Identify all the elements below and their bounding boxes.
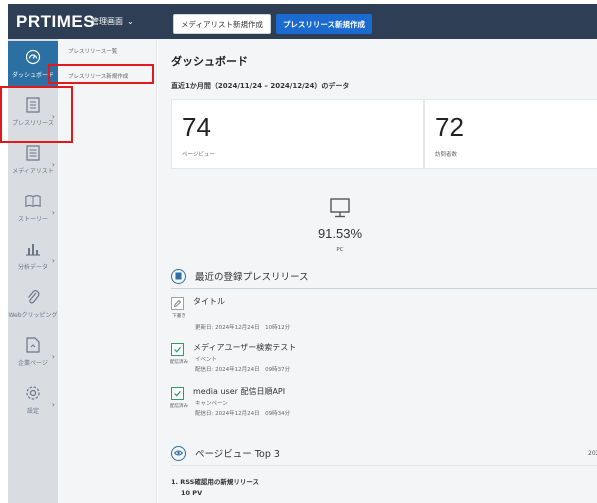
status-badge: 配信済み [170,360,188,365]
stat-value: 74 [182,112,211,142]
sidebar-item-label: メディアリスト [12,167,54,175]
page-title: ダッシュボード [171,55,248,68]
release-category: イベント [195,357,218,363]
edit-icon [171,297,184,310]
book-icon [25,193,41,209]
stat-caption: 訪問者数 [435,152,458,158]
top-bar: PRTIMES 管理画面 ⌄ メディアリスト新規作成 プレスリリース新規作成 [8,4,597,39]
sidebar-item-media-list[interactable]: メディアリスト › [8,137,58,182]
sidebar-item-label: 設定 [26,407,39,415]
sidebar-item-label: 企業ページ [18,359,48,367]
stat-caption: ページビュー [182,152,215,158]
pageview-top3-header: ページビュー Top 3 [171,443,280,463]
chart-icon [25,241,41,257]
release-date: 更新日: 2024年12月24日 10時12分 [195,325,291,331]
sidebar-item-analytics[interactable]: 分析データ › [8,233,58,278]
highlight-new-release [48,64,154,84]
status-badge: 下書き [172,314,186,319]
recent-releases-header: 最近の登録プレスリリース [171,266,309,286]
company-switcher[interactable]: 管理画面 ⌄ [91,16,134,27]
release-item[interactable]: 下書き タイトル 更新日: 2024年12月24日 10時12分 [171,295,597,338]
highlight-press-release-nav [0,86,73,143]
pageview-year: 202 [588,450,597,457]
sidebar-item-settings[interactable]: 設定 › [8,377,58,422]
section-divider [171,465,597,466]
chevron-right-icon: › [51,208,55,217]
check-icon [171,343,184,356]
release-item[interactable]: 配信済み メディアユーザー検索テスト イベント 配信日: 2024年12月24日… [170,341,597,384]
page-icon [25,336,41,353]
check-icon [171,387,184,400]
ranking-views: 10 PV [181,489,203,497]
stat-card-visitors: 72 訪問者数 [424,99,597,169]
chevron-right-icon: › [51,400,55,409]
sidebar-item-label: Webクリッピング [8,311,58,319]
release-title[interactable]: タイトル [193,296,225,307]
gear-icon [25,385,41,401]
sidebar-item-web-clipping[interactable]: Webクリッピング [8,281,58,326]
stat-card-pageviews: 74 ページビュー [171,99,424,169]
chevron-down-icon: ⌄ [127,17,134,26]
new-media-list-button[interactable]: メディアリスト新規作成 [173,14,271,34]
chevron-right-icon: › [51,352,55,361]
prtimes-logo[interactable]: PRTIMES [16,12,95,32]
release-date: 配信日: 2024年12月24日 09時34分 [195,411,291,417]
company-name: 管理画面 [91,17,123,26]
clip-icon [25,289,41,305]
gauge-icon [25,49,41,65]
eye-icon [171,445,186,461]
release-item[interactable]: 配信済み media user 配信日順API キャンペーン 配信日: 2024… [170,385,597,428]
document-icon [171,268,186,284]
section-title: 最近の登録プレスリリース [195,272,309,283]
device-percent: 91.53% [317,226,363,241]
main-content: ダッシュボード 直近1か月間（2024/11/24 – 2024/12/24）の… [158,39,597,503]
section-title: ページビュー Top 3 [195,449,280,460]
sidebar-item-label: ストーリー [17,215,48,223]
chevron-right-icon: › [51,256,55,265]
sidebar-item-story[interactable]: ストーリー › [8,185,58,230]
release-date: 配信日: 2024年12月24日 09時37分 [195,367,291,373]
sidebar-item-company-page[interactable]: 企業ページ › [8,329,58,374]
new-press-release-button[interactable]: プレスリリース新規作成 [276,14,372,34]
status-badge: 配信済み [170,404,188,409]
device-label: PC [336,247,344,253]
sidebar-item-label: 分析データ [17,263,48,271]
release-category: キャンペーン [195,401,228,407]
section-divider [171,288,597,289]
period-label: 直近1か月間（2024/11/24 – 2024/12/24）のデータ [171,82,350,90]
chevron-right-icon: › [51,160,55,169]
subnav-item-release-list[interactable]: プレスリリース一覧 [58,43,157,58]
stat-value: 72 [435,112,464,142]
ranking-title[interactable]: 1. RSS確認用の新規リリース [171,476,259,486]
monitor-icon [329,197,351,219]
release-title[interactable]: media user 配信日順API [193,386,285,397]
release-title[interactable]: メディアユーザー検索テスト [193,342,296,353]
list-icon [25,144,41,161]
